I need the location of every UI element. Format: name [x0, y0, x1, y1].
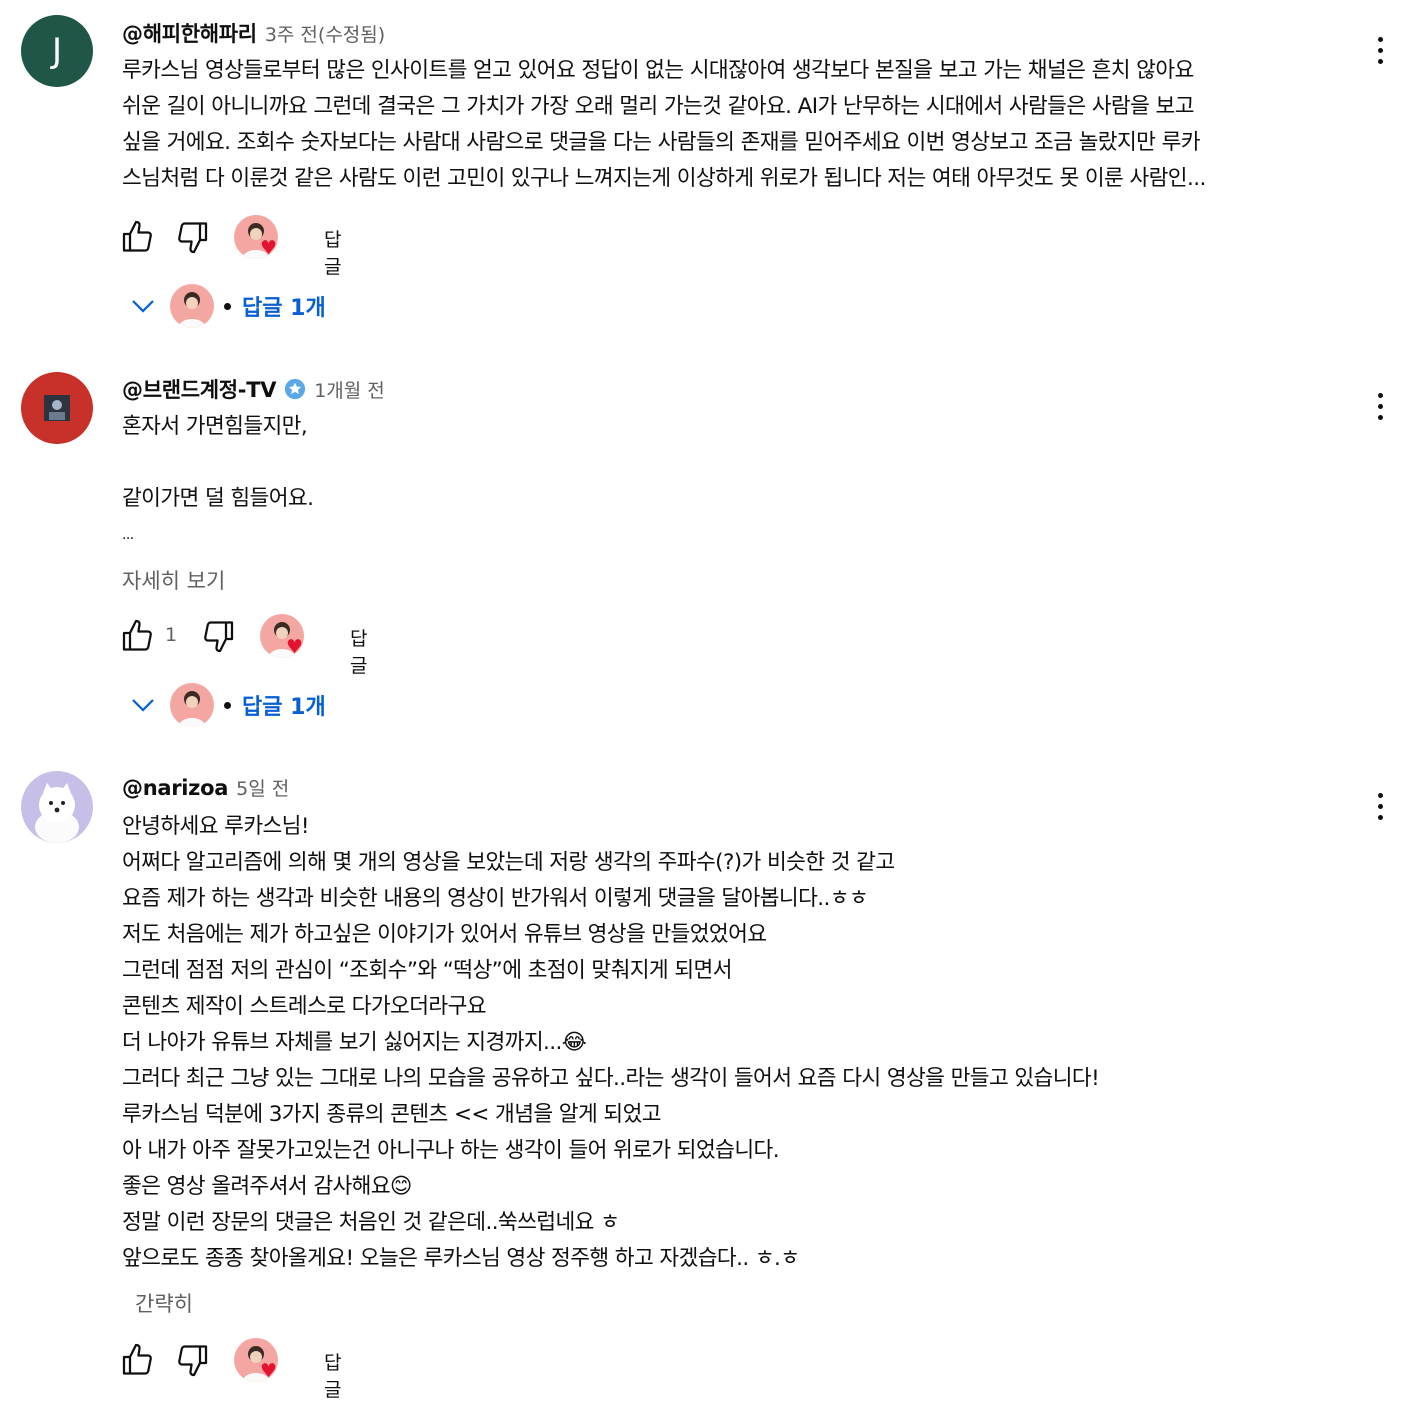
author-avatar[interactable] [21, 372, 93, 444]
more-actions-icon[interactable] [1368, 793, 1392, 829]
avatar-letter: J [51, 31, 63, 71]
show-less-link[interactable]: 간략히 [135, 1288, 193, 1318]
author-name[interactable]: @브랜드계정-TV [122, 374, 277, 404]
author-name[interactable]: @해피한해파리 [122, 18, 257, 48]
reply-avatar [170, 284, 214, 328]
author-name[interactable]: @narizoa [122, 776, 228, 800]
comment-line: 더 나아가 유튜브 자체를 보기 싫어지는 지경까지...😂 [122, 1030, 587, 1055]
comment-line: 루카스님 덕분에 3가지 종류의 콘텐츠 << 개념을 알게 되었고 [122, 1102, 662, 1127]
comment-header: @narizoa 5일 전 [122, 774, 289, 801]
like-icon[interactable] [118, 1342, 154, 1378]
reply-button[interactable]: 답글 [324, 1348, 341, 1402]
comment-line: 저도 처음에는 제가 하고싶은 이야기가 있어서 유튜브 영상을 만들었었어요 [122, 922, 767, 947]
more-actions-icon[interactable] [1368, 37, 1392, 73]
comment-line: 싶을 거에요. 조회수 숫자보다는 사람대 사람으로 댓글을 다는 사람들의 존… [122, 130, 1201, 155]
dislike-icon[interactable] [202, 618, 238, 654]
reply-button[interactable]: 답글 [350, 624, 367, 678]
comment-time[interactable]: 1개월 전 [314, 376, 385, 403]
dog-avatar-icon [35, 783, 79, 843]
comment-line: 루카스님 영상들로부터 많은 인사이트를 얻고 있어요 정답이 없는 시대잖아여… [122, 58, 1194, 83]
channel-logo-icon [44, 395, 70, 421]
like-count: 1 [165, 624, 178, 646]
comment-header: @해피한해파리 3주 전(수정됨) [122, 18, 385, 48]
comment-line: 아 내가 아주 잘못가고있는건 아니구나 하는 생각이 들어 위로가 되었습니다… [122, 1138, 780, 1163]
reply-button[interactable]: 답글 [324, 225, 341, 279]
heart-icon: ♥ [260, 1360, 278, 1382]
comment-line: 앞으로도 종종 찾아올게요! 오늘은 루카스님 영상 정주행 하고 자겠습다..… [122, 1246, 800, 1271]
heart-icon: ♥ [286, 636, 304, 658]
like-icon[interactable] [118, 618, 154, 654]
creator-heart: ♥ [234, 1338, 282, 1384]
comment-line: 쉬운 길이 아니니까요 그런데 결국은 그 가치가 가장 오래 멀리 가는것 같… [122, 94, 1195, 119]
chevron-down-icon [132, 699, 154, 712]
comment-line: 스님처럼 다 이룬것 같은 사람도 이런 고민이 있구나 느껴지는게 이상하게 … [122, 166, 1206, 191]
comment-time[interactable]: 3주 전(수정됨) [265, 20, 385, 47]
replies-count: 답글 1개 [242, 296, 326, 321]
separator-dot [224, 302, 231, 310]
comment-time[interactable]: 5일 전 [236, 774, 289, 801]
heart-icon: ♥ [260, 237, 278, 259]
comment-line: 요즘 제가 하는 생각과 비슷한 내용의 영상이 반가워서 이렇게 댓글을 달아… [122, 886, 869, 911]
comment-line: 좋은 영상 올려주셔서 감사해요😊 [122, 1174, 412, 1199]
more-actions-icon[interactable] [1368, 393, 1392, 429]
comment-text: 혼자서 가면힘들지만, 같이가면 덜 힘들어요. ... [122, 409, 314, 553]
comment-line: 그런데 점점 저의 관심이 “조회수”와 “떡상”에 초점이 맞춰지게 되면서 [122, 958, 733, 983]
creator-heart: ♥ [234, 215, 282, 261]
comment-line: 그러다 최근 그냥 있는 그대로 나의 모습을 공유하고 싶다..라는 생각이 … [122, 1066, 1100, 1091]
comment-line: 정말 이런 장문의 댓글은 처음인 것 같은데..쑥쓰럽네요 ㅎ [122, 1210, 620, 1235]
author-avatar[interactable] [21, 771, 93, 843]
dislike-icon[interactable] [176, 1342, 212, 1378]
dislike-icon[interactable] [176, 219, 212, 255]
author-avatar[interactable]: J [21, 15, 93, 87]
chevron-down-icon [132, 300, 154, 313]
comment-text: 안녕하세요 루카스님! 어쩌다 알고리즘에 의해 몇 개의 영상을 보았는데 저… [122, 809, 1100, 1277]
replies-count: 답글 1개 [242, 695, 326, 720]
comment-line [122, 445, 313, 481]
comment-text: 루카스님 영상들로부터 많은 인사이트를 얻고 있어요 정답이 없는 시대잖아여… [122, 53, 1206, 197]
read-more-link[interactable]: 자세히 보기 [122, 565, 225, 595]
view-replies-button[interactable]: 답글 1개 [128, 282, 326, 330]
comment-header: @브랜드계정-TV 1개월 전 [122, 374, 385, 404]
comment-line: 콘텐츠 제작이 스트레스로 다가오더라구요 [122, 994, 487, 1019]
separator-dot [224, 701, 231, 709]
like-icon[interactable] [118, 219, 154, 255]
verified-badge-icon [285, 378, 306, 400]
comment-line: 안녕하세요 루카스님! [122, 814, 309, 839]
comment-line: 혼자서 가면힘들지만, [122, 414, 308, 439]
view-replies-button[interactable]: 답글 1개 [128, 681, 326, 729]
comment-line: 어쩌다 알고리즘에 의해 몇 개의 영상을 보았는데 저랑 생각의 주파수(?)… [122, 850, 895, 875]
comment-line: 같이가면 덜 힘들어요. [122, 486, 314, 511]
comment-line: ... [122, 527, 134, 543]
creator-heart: ♥ [260, 614, 308, 660]
reply-avatar [170, 683, 214, 727]
